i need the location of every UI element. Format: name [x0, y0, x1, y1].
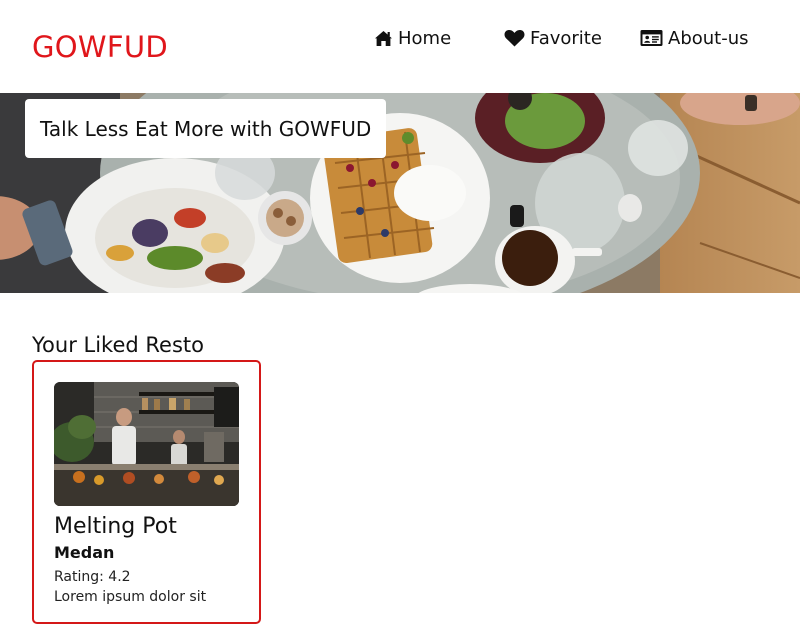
nav-home-link[interactable]: Home [374, 24, 451, 52]
restaurant-city: Medan [54, 543, 115, 562]
nav-home-label: Home [398, 27, 452, 49]
nav-about-link[interactable]: About-us [640, 24, 749, 52]
nav-favorite-link[interactable]: Favorite [504, 24, 602, 52]
id-card-icon [640, 30, 663, 46]
hero-tagline: Talk Less Eat More with GOWFUD [25, 99, 387, 158]
main-nav: Home Favorite About-us [0, 24, 800, 52]
nav-about-label: About-us [668, 27, 749, 49]
hero-banner: Talk Less Eat More with GOWFUD [0, 93, 800, 293]
restaurant-description: Lorem ipsum dolor sit [54, 589, 207, 605]
restaurant-kitchen-image [54, 382, 239, 506]
section-title: Your Liked Resto [32, 333, 204, 357]
restaurant-rating: Rating: 4.2 [54, 569, 131, 585]
heart-icon [504, 29, 525, 47]
restaurant-name[interactable]: Melting Pot [54, 512, 177, 542]
nav-favorite-label: Favorite [530, 27, 602, 49]
restaurant-image [54, 382, 239, 506]
restaurant-card[interactable]: Melting Pot Medan Rating: 4.2 Lorem ipsu… [32, 360, 261, 624]
home-icon [375, 30, 392, 46]
site-header: GOWFUD Home Favorite About-us [0, 0, 800, 93]
